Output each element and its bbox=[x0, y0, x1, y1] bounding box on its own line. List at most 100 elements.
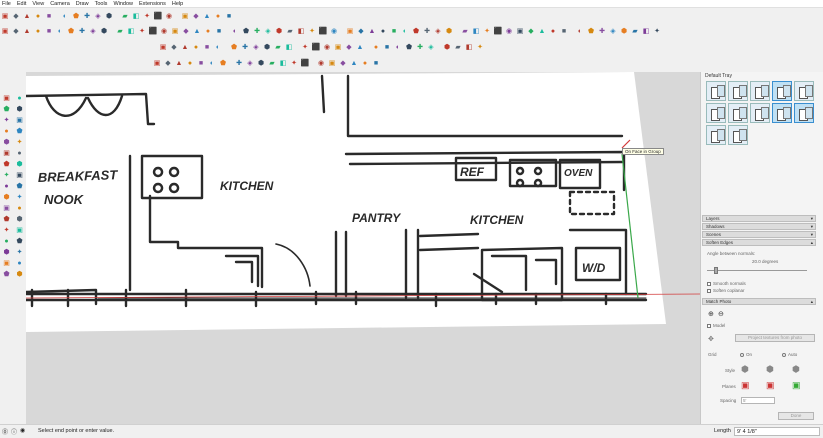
menu-tools[interactable]: Tools bbox=[95, 1, 108, 7]
grid-on-radio[interactable] bbox=[740, 353, 744, 357]
section-icon[interactable]: ⬢ bbox=[15, 270, 25, 279]
protractor-icon[interactable]: ● bbox=[203, 27, 213, 37]
camera-icon[interactable]: ◧ bbox=[131, 11, 141, 21]
tape-icon[interactable]: ◆ bbox=[181, 27, 191, 37]
solid-trim-icon[interactable]: ⬟ bbox=[229, 43, 239, 53]
dimension-icon[interactable]: ✦ bbox=[15, 193, 25, 202]
zoom-icon[interactable]: ● bbox=[2, 237, 12, 246]
print-icon[interactable]: ⬢ bbox=[104, 11, 114, 21]
camera-orbit-icon[interactable]: ◆ bbox=[163, 59, 173, 69]
panel-scenes[interactable]: Scenes ▾ bbox=[702, 231, 816, 238]
style-thumb[interactable] bbox=[794, 81, 814, 101]
style-thumb[interactable] bbox=[706, 81, 726, 101]
back-view-icon[interactable]: ◐ bbox=[400, 27, 410, 37]
soften-slider-handle[interactable] bbox=[714, 267, 718, 274]
back-edges-icon[interactable]: ◈ bbox=[433, 27, 443, 37]
check-icon[interactable]: ✚ bbox=[415, 43, 425, 53]
offset-icon[interactable]: ⬟ bbox=[15, 182, 25, 191]
3dtext-icon[interactable]: ⬟ bbox=[241, 27, 251, 37]
line-icon[interactable]: ■ bbox=[44, 27, 54, 37]
menu-edit[interactable]: Edit bbox=[17, 1, 26, 7]
3d-viewport[interactable]: BREAKFAST NOOK KITCHEN PANTRY KITCHEN RE… bbox=[26, 72, 700, 424]
pie-icon[interactable]: ● bbox=[15, 149, 25, 158]
pushpull-icon[interactable]: ◧ bbox=[126, 27, 136, 37]
iso-icon[interactable]: ▲ bbox=[174, 59, 184, 69]
right-icon[interactable]: ◐ bbox=[207, 59, 217, 69]
smoove-icon[interactable]: ▣ bbox=[515, 27, 525, 37]
interact-icon[interactable]: ◆ bbox=[169, 43, 179, 53]
chevron-icon[interactable]: ● bbox=[371, 43, 381, 53]
diamond-icon[interactable]: ▲ bbox=[355, 43, 365, 53]
cube-icon[interactable]: ◈ bbox=[426, 43, 436, 53]
text-icon[interactable]: ■ bbox=[214, 27, 224, 37]
done-button[interactable]: Done bbox=[778, 412, 814, 420]
move-icon[interactable]: ⬟ bbox=[2, 160, 12, 169]
fog-icon[interactable]: ⬟ bbox=[586, 27, 596, 37]
warehouse-icon[interactable]: ▲ bbox=[202, 11, 212, 21]
two-point-icon[interactable]: ▰ bbox=[267, 59, 277, 69]
style-thumb[interactable] bbox=[706, 125, 726, 145]
rotate-icon[interactable]: ✦ bbox=[2, 171, 12, 180]
outer-shell-icon[interactable]: ◈ bbox=[251, 43, 261, 53]
project-textures-button[interactable]: Project textures from photo bbox=[735, 334, 815, 342]
plane-red-green-icon[interactable]: ▣ bbox=[741, 380, 750, 391]
plane-red-blue-icon[interactable]: ▣ bbox=[766, 380, 775, 391]
section-fill-icon[interactable]: ◆ bbox=[338, 59, 348, 69]
previous-view-icon[interactable]: ▣ bbox=[180, 11, 190, 21]
model-checkbox[interactable] bbox=[707, 324, 711, 328]
save-icon[interactable]: ▲ bbox=[22, 11, 32, 21]
component-icon[interactable]: ◆ bbox=[11, 27, 21, 37]
solid-union-icon[interactable]: ■ bbox=[202, 43, 212, 53]
select-icon[interactable]: ▣ bbox=[0, 27, 10, 37]
sun-shadow-icon[interactable]: ▣ bbox=[327, 59, 337, 69]
menu-window[interactable]: Window bbox=[113, 1, 133, 7]
circle-icon[interactable]: ⬢ bbox=[2, 138, 12, 147]
zoom-ext2-icon[interactable]: ◧ bbox=[296, 27, 306, 37]
parallel-icon[interactable]: ◧ bbox=[278, 59, 288, 69]
freehand-icon[interactable]: ▣ bbox=[15, 116, 25, 125]
grid-style-below-icon[interactable]: ⬢ bbox=[792, 364, 800, 375]
eraser-icon[interactable]: ⬢ bbox=[15, 105, 25, 114]
user-icon[interactable]: ◉ bbox=[20, 427, 25, 436]
paint-icon[interactable]: ⬟ bbox=[2, 105, 12, 114]
component-icon[interactable]: ● bbox=[15, 94, 25, 103]
axes-icon[interactable]: ⬟ bbox=[2, 215, 12, 224]
move-photo-icon[interactable]: ✥ bbox=[708, 335, 714, 343]
followme-icon[interactable]: ▣ bbox=[15, 171, 25, 180]
left-icon[interactable]: ✚ bbox=[234, 59, 244, 69]
style-thumb[interactable] bbox=[728, 125, 748, 145]
hidden-line-icon[interactable]: ▰ bbox=[460, 27, 470, 37]
record-icon[interactable]: ◈ bbox=[608, 27, 618, 37]
split-icon[interactable]: ⬢ bbox=[262, 43, 272, 53]
sun-icon[interactable]: ▰ bbox=[630, 27, 640, 37]
style-thumb[interactable] bbox=[706, 103, 726, 123]
walk-icon[interactable]: ⬛ bbox=[318, 27, 328, 37]
lookaround-icon[interactable]: ◉ bbox=[329, 27, 339, 37]
info-icon[interactable]: ● bbox=[213, 11, 223, 21]
scene-icon[interactable]: ◉ bbox=[322, 43, 332, 53]
options-icon[interactable]: ▲ bbox=[180, 43, 190, 53]
tape-icon[interactable]: ⬢ bbox=[2, 193, 12, 202]
copy-icon[interactable]: ■ bbox=[44, 11, 54, 21]
rectangle-icon[interactable]: ⬟ bbox=[66, 27, 76, 37]
cross-icon[interactable]: ⬟ bbox=[404, 43, 414, 53]
orbit-icon[interactable]: ✚ bbox=[252, 27, 262, 37]
3dtext-icon[interactable]: ⬢ bbox=[15, 215, 25, 224]
pan2-icon[interactable]: ◈ bbox=[263, 27, 273, 37]
wireframe-icon[interactable]: ⬢ bbox=[444, 27, 454, 37]
style-thumb[interactable] bbox=[728, 81, 748, 101]
orbit-icon[interactable]: ✦ bbox=[2, 226, 12, 235]
axes-icon[interactable]: ◐ bbox=[230, 27, 240, 37]
walk-icon[interactable]: ● bbox=[15, 259, 25, 268]
ext-warehouse-icon[interactable]: ◧ bbox=[284, 43, 294, 53]
front-view-icon[interactable]: ● bbox=[378, 27, 388, 37]
layer-icon[interactable]: ▣ bbox=[333, 43, 343, 53]
face-style-icon[interactable]: ◉ bbox=[316, 59, 326, 69]
section-cut-icon[interactable]: ▲ bbox=[349, 59, 359, 69]
panel-match-photo[interactable]: Match Photo ▴ bbox=[702, 298, 816, 305]
plane-green-blue-icon[interactable]: ▣ bbox=[792, 380, 801, 391]
solid-intersect-icon[interactable]: ✚ bbox=[240, 43, 250, 53]
panel-layers[interactable]: Layers ▾ bbox=[702, 215, 816, 222]
menu-camera[interactable]: Camera bbox=[50, 1, 70, 7]
style-thumb-selected[interactable] bbox=[794, 103, 814, 123]
